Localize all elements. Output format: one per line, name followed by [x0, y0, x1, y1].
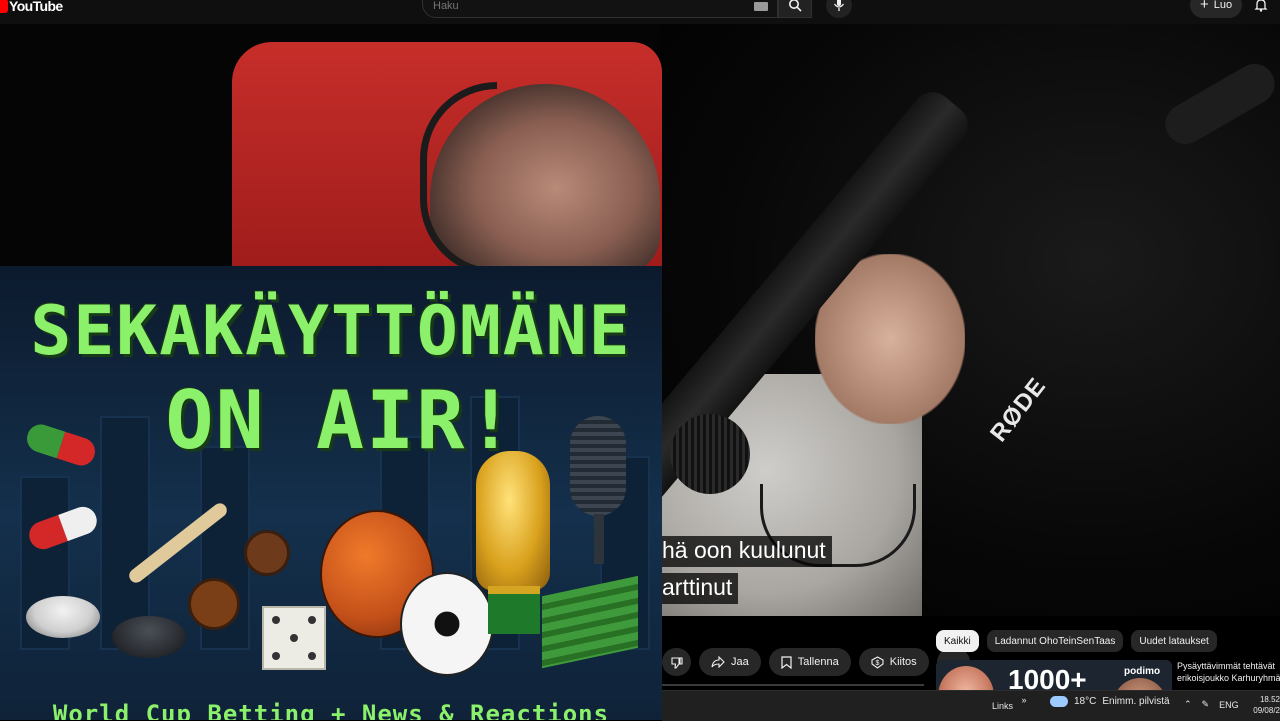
small-ball-icon: [244, 530, 290, 576]
hockey-puck-icon: [112, 616, 186, 658]
world-cup-trophy-icon: [476, 451, 550, 591]
youtube-logo-text: YouTube: [9, 0, 63, 14]
search-input[interactable]: [433, 0, 733, 12]
search-icon: [789, 0, 802, 12]
retro-microphone-icon: [570, 416, 626, 516]
share-button[interactable]: Jaa: [699, 648, 761, 676]
trophy-base: [488, 586, 540, 634]
links-toolbar[interactable]: Links »: [992, 695, 1027, 711]
system-tray: ⌃ ✎ ENG: [1184, 699, 1239, 710]
svg-text:$: $: [875, 660, 879, 667]
microphone-stand: [594, 514, 604, 564]
caption-line-2: arttinut: [662, 573, 739, 604]
caption-line-1: hä oon kuulunut: [662, 536, 832, 567]
cover-title-line-2: ON AIR!: [165, 374, 517, 467]
soccer-ball-icon: [400, 572, 494, 676]
youtube-logo[interactable]: YouTube: [0, 0, 63, 14]
recommended-video-title[interactable]: Pysäyttävimmät tehtävät erikoisjoukko Ka…: [1177, 660, 1280, 684]
recommended-title-line-1: Pysäyttävimmät tehtävät: [1177, 661, 1276, 671]
search-button[interactable]: [778, 0, 812, 18]
youtube-play-icon: [0, 0, 8, 13]
microphone-icon: [833, 0, 845, 11]
cover-title-line-1: SEKAKÄYTTÖMÄNE: [30, 292, 632, 371]
video-actions: Jaa Tallenna $ Kiitos •••: [662, 645, 971, 679]
keyboard-icon[interactable]: [754, 2, 768, 11]
dice-icon: [262, 606, 326, 670]
youtube-masthead: YouTube + Luo: [0, 0, 1280, 24]
cash-stack-icon: [542, 575, 638, 669]
chip-uploaded-by-channel[interactable]: Ladannut OhoTeinSenTaas: [986, 630, 1124, 652]
small-ball-icon: [188, 578, 240, 630]
save-label: Tallenna: [797, 656, 839, 668]
language-indicator[interactable]: ENG: [1219, 700, 1239, 710]
podcast-cover-art: SEKAKÄYTTÖMÄNE ON AIR! World Cup Betting…: [0, 266, 662, 720]
windows-taskbar: Links » 18°C Enimm. pilvistä ⌃ ✎ ENG 18.…: [662, 690, 1280, 721]
chip-all[interactable]: Kaikki: [936, 630, 979, 652]
notifications-bell-icon[interactable]: [1254, 0, 1268, 12]
weather-widget[interactable]: 18°C Enimm. pilvistä: [1050, 696, 1170, 707]
create-button[interactable]: + Luo: [1190, 0, 1242, 18]
recommendation-filter-chips: Kaikki Ladannut OhoTeinSenTaas Uudet lat…: [936, 630, 1217, 652]
clock-time: 18.52: [1259, 695, 1280, 704]
share-arrow-icon: [711, 656, 725, 668]
podcast-microphone: [670, 414, 750, 494]
chip-new-uploads[interactable]: Uudet lataukset: [1131, 630, 1217, 652]
weather-description: Enimm. pilvistä: [1102, 696, 1170, 707]
plus-icon: +: [1199, 0, 1209, 13]
links-label: Links: [992, 701, 1014, 711]
clock-date: 09/08/2: [1253, 706, 1280, 715]
voice-search-button[interactable]: [826, 0, 852, 18]
description-divider: [662, 684, 924, 686]
thumbs-down-icon: [671, 656, 683, 669]
pen-icon[interactable]: ✎: [1202, 699, 1210, 710]
white-puck-icon: [26, 596, 100, 638]
thumbnail-brand: podimo: [1124, 666, 1161, 677]
dislike-button[interactable]: [662, 648, 691, 676]
temperature: 18°C: [1074, 696, 1097, 707]
share-label: Jaa: [731, 656, 749, 668]
create-label: Luo: [1213, 0, 1233, 11]
thanks-button[interactable]: $ Kiitos: [858, 648, 929, 676]
thanks-label: Kiitos: [889, 656, 917, 668]
bookmark-icon: [781, 655, 792, 669]
search-box[interactable]: [422, 0, 778, 18]
chevron-up-icon[interactable]: ⌃: [1184, 699, 1192, 710]
cloud-weather-icon: [1050, 696, 1068, 707]
clock[interactable]: 18.52 09/08/2: [1250, 694, 1280, 716]
cover-subtitle: World Cup Betting + News & Reactions: [52, 700, 610, 720]
chevron-right-icon: »: [1021, 695, 1027, 705]
save-button[interactable]: Tallenna: [768, 648, 851, 676]
super-thanks-icon: $: [871, 655, 884, 669]
recommended-title-line-2: erikoisjoukko Karhuryhmä: [1177, 673, 1280, 683]
